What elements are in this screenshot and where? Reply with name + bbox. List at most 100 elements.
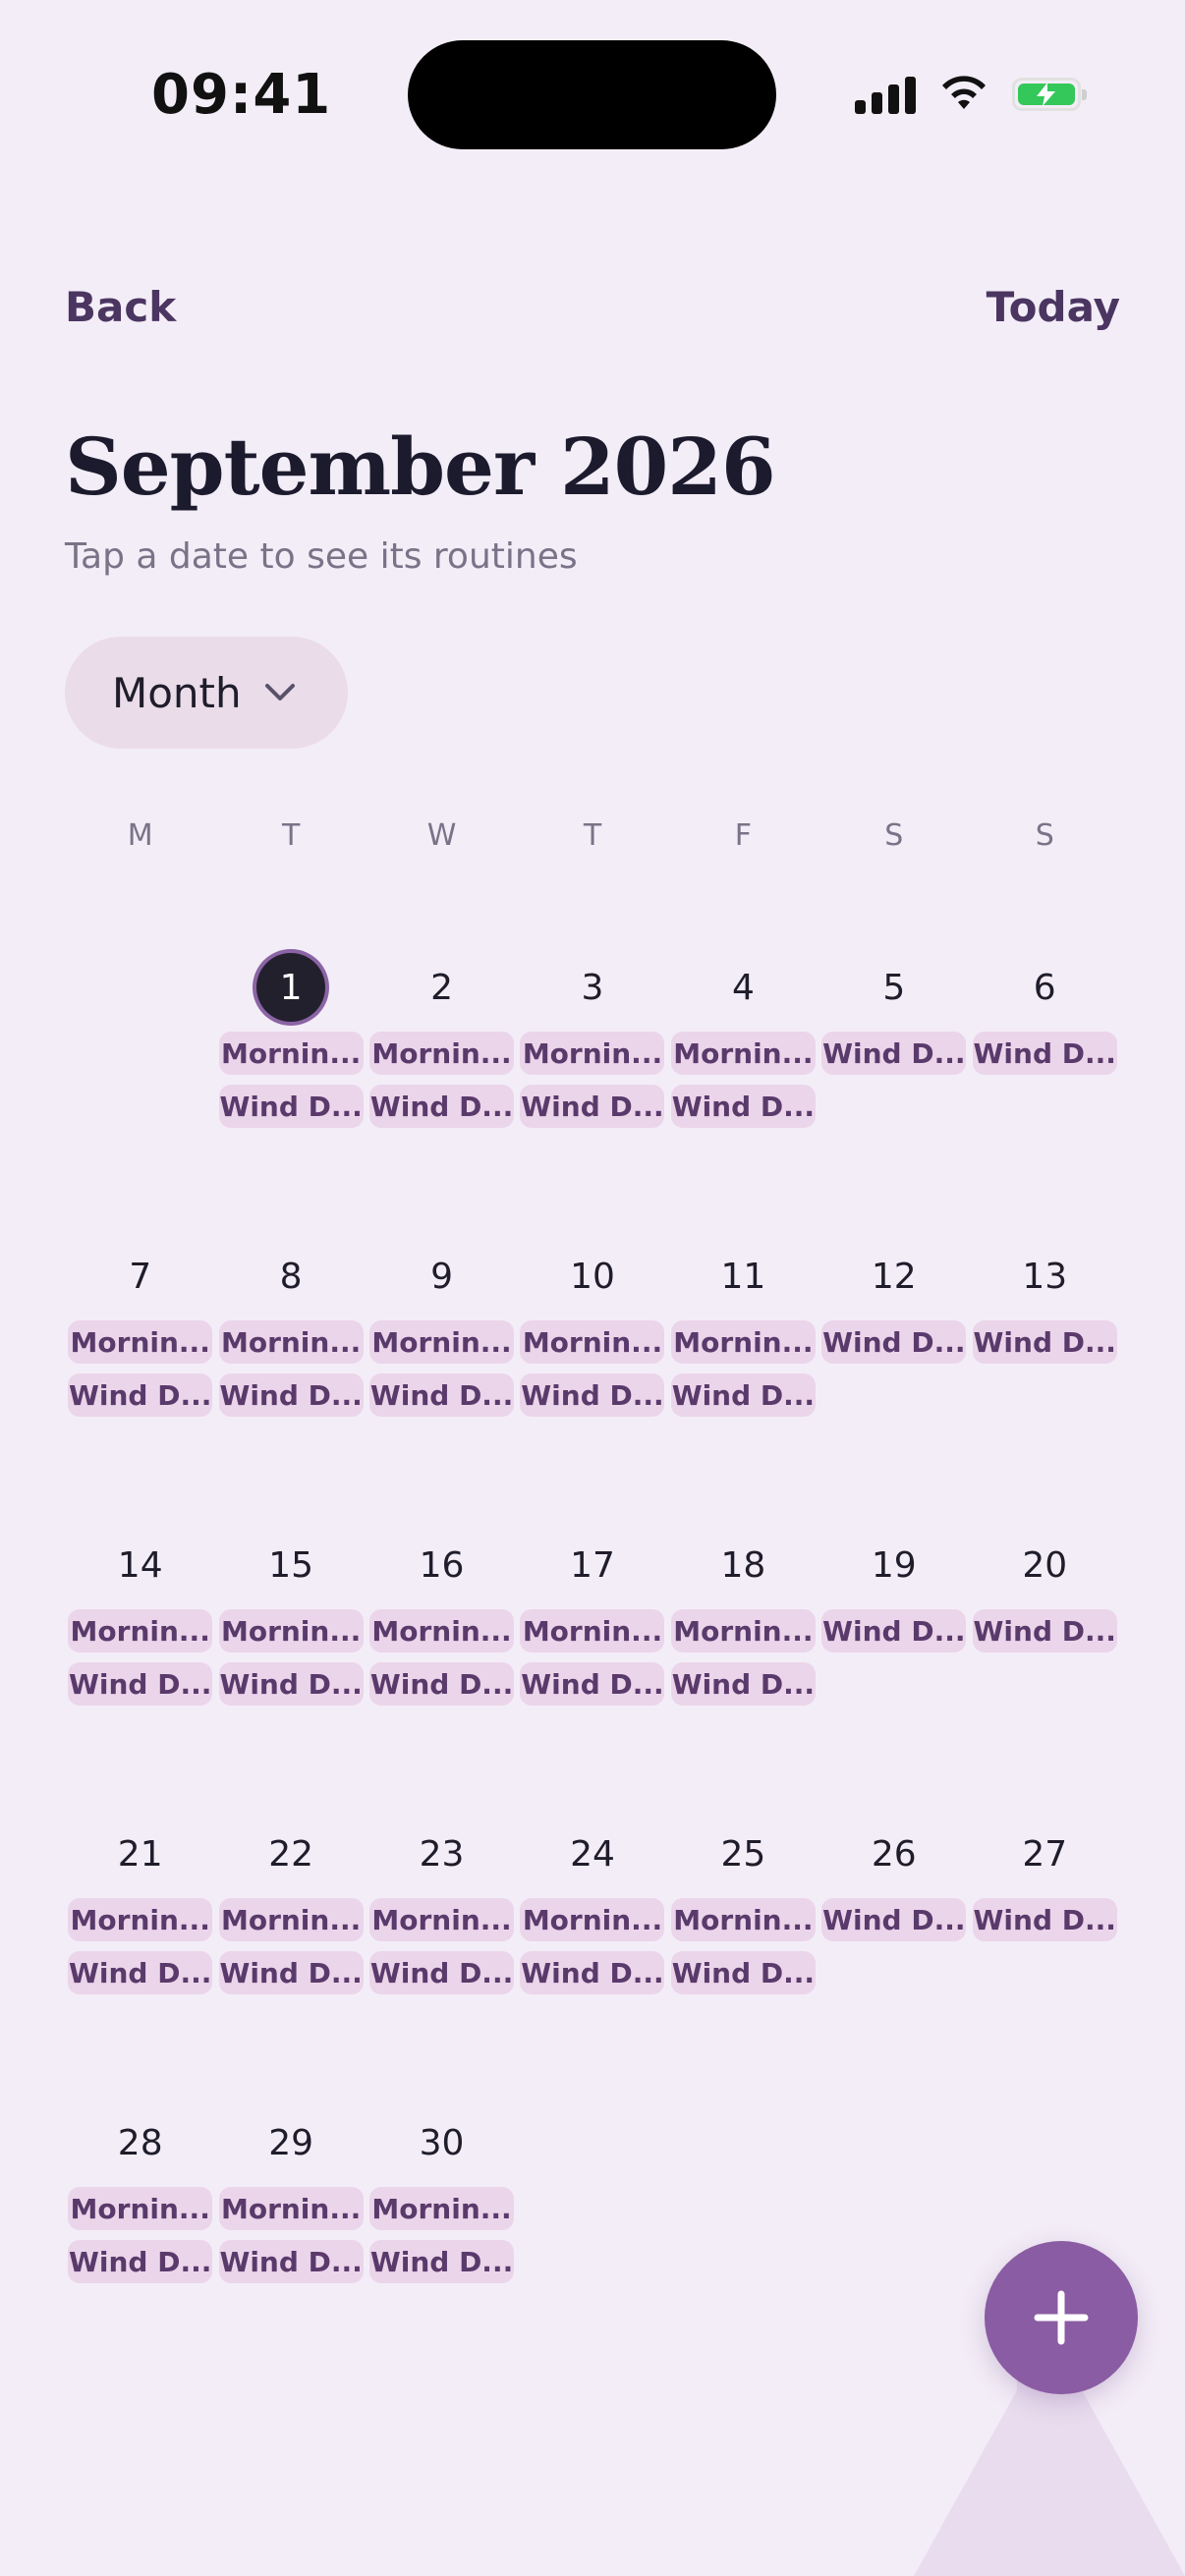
weekday-label: S bbox=[884, 817, 904, 853]
calendar-day-cell[interactable]: 20 Wind D... bbox=[970, 1442, 1120, 1731]
routine-chip[interactable]: Wind D... bbox=[520, 1373, 665, 1417]
routine-chip[interactable]: Wind D... bbox=[972, 1032, 1117, 1075]
routine-chip[interactable]: Mornin... bbox=[369, 2187, 515, 2230]
calendar-day-cell[interactable]: 26 Wind D... bbox=[818, 1731, 969, 2020]
calendar-day-cell[interactable]: 28 Mornin... Wind D... bbox=[65, 2020, 215, 2309]
routine-chip[interactable]: Mornin... bbox=[218, 1609, 364, 1652]
calendar-day-cell[interactable]: 13 Wind D... bbox=[970, 1153, 1120, 1442]
routine-chip[interactable]: Mornin... bbox=[218, 1898, 364, 1941]
calendar-day-cell[interactable]: 22 Mornin... Wind D... bbox=[215, 1731, 366, 2020]
day-number: 15 bbox=[268, 1544, 314, 1586]
routine-chip[interactable]: Mornin... bbox=[369, 1320, 515, 1364]
routine-chip[interactable]: Mornin... bbox=[520, 1320, 665, 1364]
routine-chip[interactable]: Wind D... bbox=[821, 1032, 967, 1075]
routine-chip[interactable]: Wind D... bbox=[369, 1373, 515, 1417]
routine-chip[interactable]: Wind D... bbox=[821, 1609, 967, 1652]
routine-chip[interactable]: Mornin... bbox=[218, 1032, 364, 1075]
routine-chip[interactable]: Mornin... bbox=[369, 1898, 515, 1941]
calendar-day-cell[interactable]: 12 Wind D... bbox=[818, 1153, 969, 1442]
routine-chip[interactable]: Wind D... bbox=[218, 1662, 364, 1706]
routine-chip[interactable]: Wind D... bbox=[218, 1085, 364, 1128]
calendar-day-cell[interactable]: 29 Mornin... Wind D... bbox=[215, 2020, 366, 2309]
routine-chip[interactable]: Wind D... bbox=[821, 1320, 967, 1364]
calendar-day-cell[interactable]: 4 Mornin... Wind D... bbox=[668, 865, 818, 1153]
routine-chip[interactable]: Mornin... bbox=[670, 1609, 816, 1652]
cellular-signal-icon bbox=[855, 75, 916, 114]
routine-chip-list: Wind D... bbox=[821, 1032, 967, 1075]
calendar-day-cell[interactable]: 7 Mornin... Wind D... bbox=[65, 1153, 215, 1442]
routine-chip[interactable]: Wind D... bbox=[520, 1085, 665, 1128]
routine-chip[interactable]: Wind D... bbox=[218, 1951, 364, 1994]
routine-chip[interactable]: Mornin... bbox=[68, 1898, 213, 1941]
calendar-day-cell[interactable]: 9 Mornin... Wind D... bbox=[367, 1153, 517, 1442]
routine-chip[interactable]: Wind D... bbox=[520, 1951, 665, 1994]
calendar-day-cell[interactable]: 16 Mornin... Wind D... bbox=[367, 1442, 517, 1731]
routine-chip[interactable]: Mornin... bbox=[670, 1320, 816, 1364]
routine-chip[interactable]: Wind D... bbox=[369, 1951, 515, 1994]
routine-chip-list: Mornin... Wind D... bbox=[218, 1320, 364, 1417]
routine-chip[interactable]: Wind D... bbox=[68, 2240, 213, 2283]
calendar-day-cell[interactable]: 8 Mornin... Wind D... bbox=[215, 1153, 366, 1442]
routine-chip[interactable]: Wind D... bbox=[218, 2240, 364, 2283]
routine-chip[interactable]: Wind D... bbox=[670, 1373, 816, 1417]
routine-chip[interactable]: Mornin... bbox=[68, 2187, 213, 2230]
calendar-day-cell[interactable]: 17 Mornin... Wind D... bbox=[517, 1442, 667, 1731]
calendar-day-cell[interactable]: 6 Wind D... bbox=[970, 865, 1120, 1153]
calendar-day-cell[interactable]: 25 Mornin... Wind D... bbox=[668, 1731, 818, 2020]
routine-chip-list: Mornin... Wind D... bbox=[520, 1609, 665, 1706]
day-number: 21 bbox=[117, 1833, 163, 1875]
routine-chip[interactable]: Mornin... bbox=[369, 1609, 515, 1652]
calendar-day-cell[interactable]: 15 Mornin... Wind D... bbox=[215, 1442, 366, 1731]
day-number: 18 bbox=[720, 1544, 766, 1586]
routine-chip[interactable]: Wind D... bbox=[670, 1951, 816, 1994]
routine-chip[interactable]: Wind D... bbox=[369, 1662, 515, 1706]
routine-chip[interactable]: Wind D... bbox=[369, 2240, 515, 2283]
day-number: 11 bbox=[720, 1256, 766, 1297]
calendar-day-cell[interactable]: 2 Mornin... Wind D... bbox=[367, 865, 517, 1153]
routine-chip[interactable]: Wind D... bbox=[821, 1898, 967, 1941]
calendar-day-cell[interactable]: 24 Mornin... Wind D... bbox=[517, 1731, 667, 2020]
back-button[interactable]: Back bbox=[65, 283, 176, 331]
routine-chip[interactable]: Mornin... bbox=[520, 1898, 665, 1941]
calendar-day-cell[interactable]: 27 Wind D... bbox=[970, 1731, 1120, 2020]
routine-chip[interactable]: Mornin... bbox=[218, 1320, 364, 1364]
routine-chip[interactable]: Mornin... bbox=[670, 1032, 816, 1075]
routine-chip[interactable]: Wind D... bbox=[972, 1320, 1117, 1364]
routine-chip[interactable]: Mornin... bbox=[520, 1609, 665, 1652]
routine-chip[interactable]: Wind D... bbox=[68, 1662, 213, 1706]
today-button[interactable]: Today bbox=[987, 283, 1120, 331]
calendar-day-cell[interactable]: 23 Mornin... Wind D... bbox=[367, 1731, 517, 2020]
calendar-day-cell[interactable]: 5 Wind D... bbox=[818, 865, 969, 1153]
view-mode-dropdown[interactable]: Month bbox=[65, 637, 348, 749]
routine-chip[interactable]: Wind D... bbox=[369, 1085, 515, 1128]
calendar-day-cell[interactable]: 10 Mornin... Wind D... bbox=[517, 1153, 667, 1442]
calendar-day-cell[interactable]: 18 Mornin... Wind D... bbox=[668, 1442, 818, 1731]
routine-chip[interactable]: Wind D... bbox=[68, 1951, 213, 1994]
routine-chip[interactable]: Wind D... bbox=[68, 1373, 213, 1417]
calendar-day-cell[interactable]: 21 Mornin... Wind D... bbox=[65, 1731, 215, 2020]
routine-chip[interactable]: Wind D... bbox=[972, 1898, 1117, 1941]
routine-chip[interactable]: Mornin... bbox=[369, 1032, 515, 1075]
calendar-day-cell[interactable]: 11 Mornin... Wind D... bbox=[668, 1153, 818, 1442]
routine-chip[interactable]: Wind D... bbox=[670, 1662, 816, 1706]
calendar-day-cell[interactable]: 19 Wind D... bbox=[818, 1442, 969, 1731]
routine-chip[interactable]: Wind D... bbox=[218, 1373, 364, 1417]
routine-chip[interactable]: Wind D... bbox=[670, 1085, 816, 1128]
calendar-day-cell[interactable]: 30 Mornin... Wind D... bbox=[367, 2020, 517, 2309]
routine-chip-list: Mornin... Wind D... bbox=[369, 1032, 515, 1128]
routine-chip[interactable]: Mornin... bbox=[520, 1032, 665, 1075]
routine-chip[interactable]: Mornin... bbox=[68, 1609, 213, 1652]
day-number: 29 bbox=[268, 2122, 314, 2163]
add-routine-button[interactable] bbox=[985, 2241, 1138, 2394]
calendar-empty-cell bbox=[65, 865, 215, 1153]
routine-chip[interactable]: Mornin... bbox=[670, 1898, 816, 1941]
calendar-day-cell[interactable]: 1 Mornin... Wind D... bbox=[215, 865, 366, 1153]
calendar-week-row: 14 Mornin... Wind D... 15 Mornin... Wind D...… bbox=[65, 1442, 1120, 1731]
calendar-day-cell[interactable]: 14 Mornin... Wind D... bbox=[65, 1442, 215, 1731]
routine-chip[interactable]: Wind D... bbox=[972, 1609, 1117, 1652]
calendar-weeks: 1 Mornin... Wind D... 2 Mornin... Wind D... 3 M… bbox=[65, 865, 1120, 2309]
routine-chip[interactable]: Mornin... bbox=[68, 1320, 213, 1364]
calendar-day-cell[interactable]: 3 Mornin... Wind D... bbox=[517, 865, 667, 1153]
routine-chip[interactable]: Wind D... bbox=[520, 1662, 665, 1706]
routine-chip[interactable]: Mornin... bbox=[218, 2187, 364, 2230]
